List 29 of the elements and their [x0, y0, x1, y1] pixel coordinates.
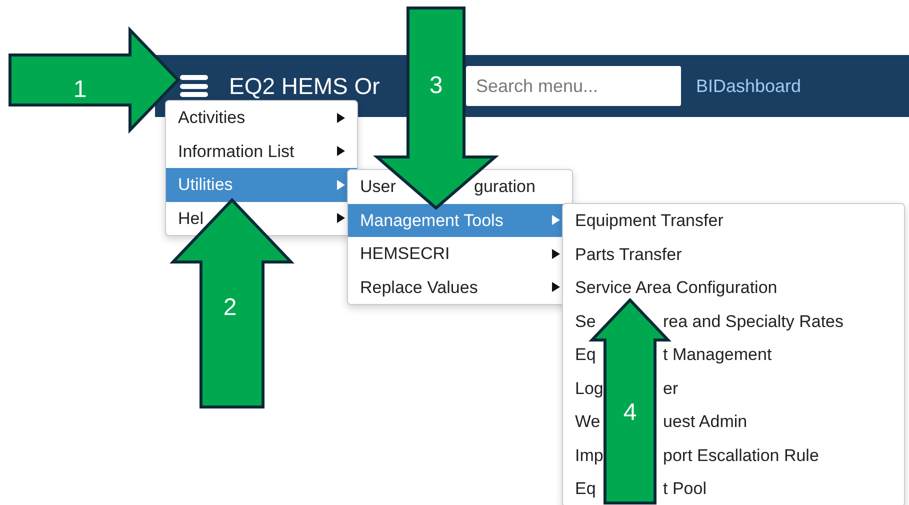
menu-item-label[interactable]: Imp: [575, 446, 604, 464]
caret-icon: [337, 112, 345, 123]
menu-item-label[interactable]: We: [575, 412, 600, 431]
step-number: 2: [223, 294, 237, 321]
search-field[interactable]: Search menu...: [466, 66, 681, 106]
menu-item-label[interactable]: er: [663, 376, 678, 401]
menu-item[interactable]: Information List: [166, 134, 357, 168]
step-number: 3: [429, 72, 443, 99]
menu-item-label[interactable]: t Management: [663, 342, 772, 368]
app-title: EQ2 HEMS Or: [229, 72, 381, 101]
menu-item-label[interactable]: port Escallation Rule: [663, 442, 819, 468]
nav-link[interactable]: BIDashboard: [696, 72, 802, 100]
menu-item-label[interactable]: uest Admin: [663, 409, 748, 434]
menu-item-label[interactable]: rea and Specialty Rates: [663, 308, 844, 334]
caret-icon: [337, 146, 345, 156]
menu-item[interactable]: Service Area Configuration: [563, 271, 904, 304]
step-number: 1: [73, 76, 87, 103]
menu-item-label[interactable]: guration: [474, 174, 536, 200]
step-number: 4: [623, 399, 637, 426]
menu-item-label[interactable]: Eq: [575, 345, 596, 364]
menu-item[interactable]: Parts Transfer: [563, 238, 904, 271]
menu-item-label[interactable]: Log: [575, 378, 604, 398]
menu-item[interactable]: Utilities: [166, 168, 357, 202]
menu-item[interactable]: Activities: [166, 101, 357, 134]
menu-item-label[interactable]: Eq: [575, 479, 596, 498]
menu-item-label[interactable]: t Pool: [663, 476, 706, 502]
menu-item-label[interactable]: User: [360, 177, 396, 196]
menu-icon[interactable]: [180, 75, 208, 97]
menu-item-label[interactable]: Se: [575, 312, 596, 330]
